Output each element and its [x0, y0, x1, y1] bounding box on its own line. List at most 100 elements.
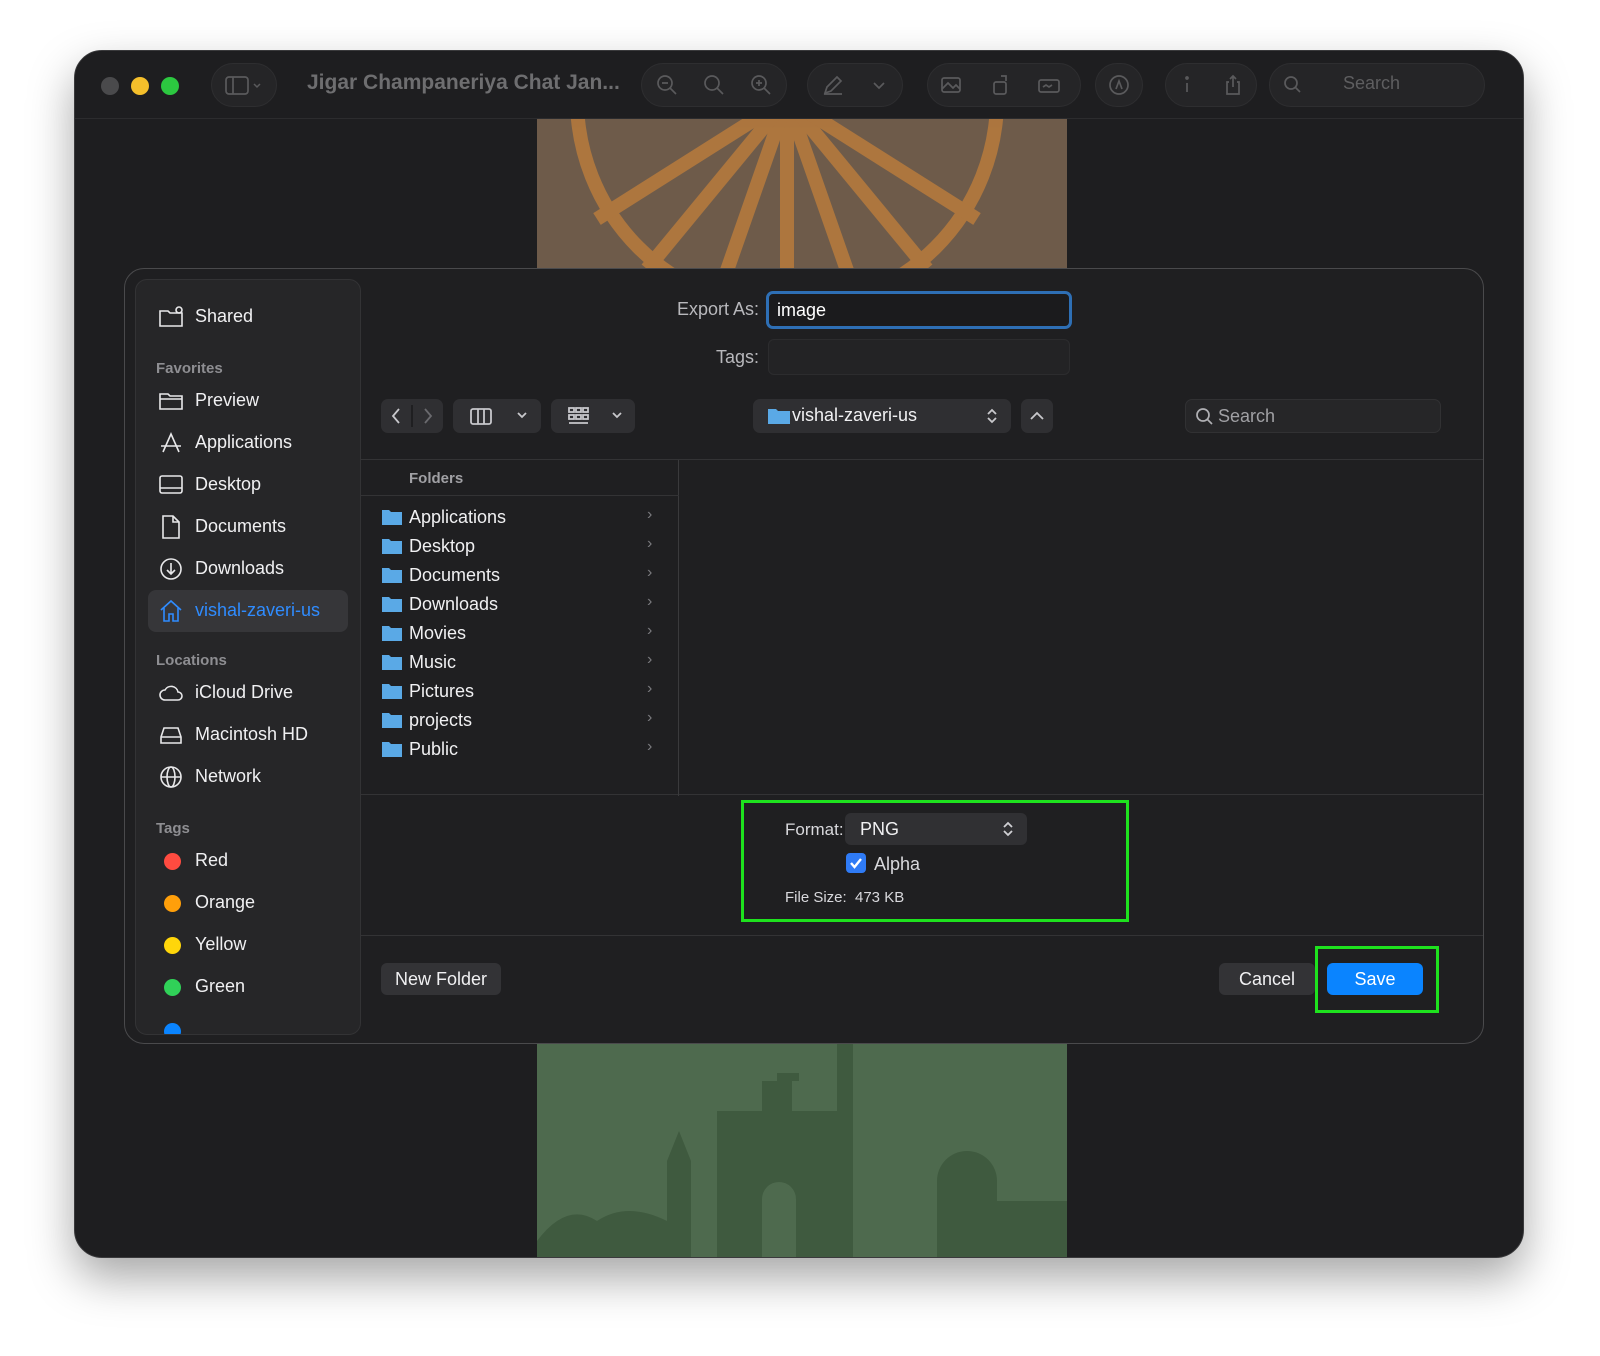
- toolbar-search-placeholder: Search: [1343, 73, 1401, 93]
- folder-row[interactable]: Downloads ›: [361, 590, 679, 618]
- folder-row[interactable]: Desktop ›: [361, 532, 679, 560]
- forward-icon[interactable]: [424, 408, 433, 424]
- yellow-tag-icon: [164, 937, 181, 954]
- sidebar-section-favorites: Favorites: [156, 360, 223, 377]
- tags-field[interactable]: [768, 339, 1070, 375]
- chevron-right-icon: ›: [647, 564, 653, 581]
- chevron-right-icon: ›: [647, 593, 653, 610]
- sidebar-tag-orange[interactable]: Orange: [148, 882, 348, 924]
- search-icon: [1196, 408, 1213, 425]
- minimize-window-button[interactable]: [131, 77, 149, 95]
- new-folder-button[interactable]: New Folder: [381, 963, 501, 995]
- sidebar-item-label: Documents: [195, 516, 287, 536]
- location-popup[interactable]: vishal-zaveri-us: [753, 399, 1011, 433]
- format-label: Format:: [785, 820, 844, 839]
- alpha-label: Alpha: [874, 854, 921, 874]
- sidebar-item-applications[interactable]: Applications: [148, 422, 348, 464]
- collapse-button[interactable]: [1021, 399, 1053, 433]
- sidebar-item-label: vishal-zaveri-us: [195, 600, 321, 620]
- sidebar: Shared Favorites Preview Applications De…: [135, 279, 361, 1035]
- home-folder-icon: [768, 409, 790, 424]
- folder-name: Pictures: [409, 681, 475, 701]
- sidebar-item-preview[interactable]: Preview: [148, 380, 348, 422]
- title-bar: Jigar Champaneriya Chat Jan... Search: [75, 51, 1523, 119]
- folder-icon: [382, 568, 402, 583]
- format-value: PNG: [860, 819, 900, 839]
- alpha-checkbox[interactable]: [846, 853, 866, 873]
- window-title: Jigar Champaneriya Chat Jan...: [307, 71, 620, 94]
- search-field[interactable]: Search: [1185, 399, 1441, 433]
- folder-row[interactable]: Pictures ›: [361, 677, 679, 705]
- sidebar-tag-yellow[interactable]: Yellow: [148, 924, 348, 966]
- folder-row[interactable]: Applications ›: [361, 503, 679, 531]
- footer-divider: [361, 935, 1483, 936]
- checkmark-icon: [850, 858, 862, 869]
- desktop-icon: [158, 472, 184, 498]
- sidebar-item-home[interactable]: vishal-zaveri-us: [148, 590, 348, 632]
- adjust-image-icon[interactable]: [939, 73, 963, 97]
- sidebar-item-label: Yellow: [195, 934, 247, 954]
- zoom-out-icon[interactable]: [655, 73, 679, 97]
- pen-icon[interactable]: [821, 73, 845, 97]
- sidebar-item-label: Macintosh HD: [195, 724, 309, 744]
- file-size-value: 473 KB: [855, 889, 905, 906]
- actual-size-icon[interactable]: [702, 73, 726, 97]
- chevron-right-icon: ›: [647, 680, 653, 697]
- chevron-down-icon[interactable]: [867, 73, 891, 97]
- folder-name: Public: [409, 739, 459, 759]
- markup-circle-icon: [1107, 73, 1131, 97]
- back-forward-control: [381, 399, 443, 433]
- group-by-button[interactable]: [551, 399, 635, 433]
- file-browser: Folders Applications › Desktop › Documen…: [361, 459, 1483, 796]
- sidebar-item-icloud-drive[interactable]: iCloud Drive: [148, 672, 348, 714]
- orange-tag-icon: [164, 895, 181, 912]
- folder-name: Documents: [409, 565, 501, 585]
- sidebar-item-label: Orange: [195, 892, 256, 912]
- location-label: vishal-zaveri-us: [792, 405, 918, 425]
- sidebar-item-desktop[interactable]: Desktop: [148, 464, 348, 506]
- info-icon[interactable]: [1175, 73, 1199, 97]
- chevron-right-icon: ›: [647, 709, 653, 726]
- sidebar-tag-partial[interactable]: [148, 1010, 348, 1034]
- shared-folder-icon: [158, 304, 184, 330]
- folder-row[interactable]: projects ›: [361, 706, 679, 734]
- sidebar-toggle-button[interactable]: [211, 63, 277, 107]
- back-icon[interactable]: [391, 408, 400, 424]
- column-header: Folders: [361, 460, 679, 496]
- folder-icon: [382, 684, 402, 699]
- document-icon: [158, 514, 184, 540]
- sidebar-tag-red[interactable]: Red: [148, 840, 348, 882]
- applications-icon: [158, 430, 184, 456]
- sidebar-item-label: Red: [195, 850, 229, 870]
- rotate-icon[interactable]: [989, 73, 1013, 97]
- home-icon: [158, 598, 184, 624]
- folder-icon: [158, 388, 184, 414]
- folder-row[interactable]: Music ›: [361, 648, 679, 676]
- folder-name: Applications: [409, 507, 507, 527]
- sidebar-item-network[interactable]: Network: [148, 756, 348, 798]
- sidebar-item-downloads[interactable]: Downloads: [148, 548, 348, 590]
- export-as-field[interactable]: [766, 291, 1072, 329]
- folder-row[interactable]: Documents ›: [361, 561, 679, 589]
- sidebar-item-documents[interactable]: Documents: [148, 506, 348, 548]
- document-image-bottom: [537, 1041, 1067, 1257]
- share-icon[interactable]: [1221, 73, 1245, 97]
- chevron-right-icon: ›: [647, 506, 653, 523]
- format-popup[interactable]: PNG: [845, 813, 1027, 845]
- close-window-button[interactable]: [101, 77, 119, 95]
- cancel-button[interactable]: Cancel: [1219, 963, 1315, 995]
- sidebar-item-macintosh-hd[interactable]: Macintosh HD: [148, 714, 348, 756]
- signature-icon[interactable]: [1037, 73, 1061, 97]
- sidebar-tag-green[interactable]: Green: [148, 966, 348, 1008]
- folder-row[interactable]: Public ›: [361, 735, 679, 763]
- search-icon: [1281, 73, 1305, 97]
- save-button[interactable]: Save: [1327, 963, 1423, 995]
- folder-name: Downloads: [409, 594, 499, 614]
- zoom-in-icon[interactable]: [749, 73, 773, 97]
- chevron-right-icon: ›: [647, 622, 653, 639]
- sidebar-item-shared[interactable]: Shared: [148, 296, 348, 338]
- zoom-window-button[interactable]: [161, 77, 179, 95]
- folder-row[interactable]: Movies ›: [361, 619, 679, 647]
- chevron-right-icon: ›: [647, 535, 653, 552]
- view-mode-button[interactable]: [453, 399, 541, 433]
